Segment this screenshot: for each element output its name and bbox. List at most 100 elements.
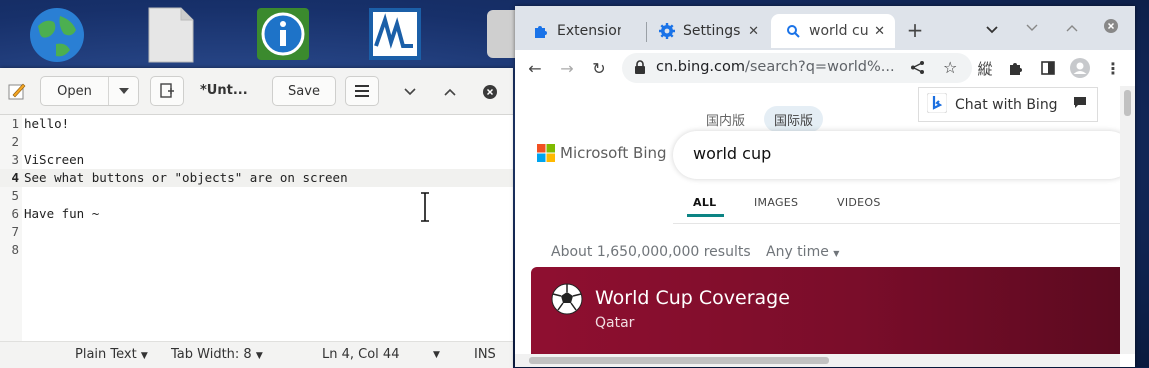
side-panel-icon bbox=[1041, 61, 1055, 75]
open-button-group: Open bbox=[40, 76, 139, 106]
gear-icon bbox=[659, 23, 675, 39]
new-tab-icon bbox=[160, 83, 174, 98]
tab-strip: Extension Settings ✕ world cup ✕ + bbox=[515, 6, 1135, 50]
open-button[interactable]: Open bbox=[41, 77, 108, 105]
profile-button[interactable] bbox=[1070, 58, 1090, 78]
tab-close-icon[interactable]: ✕ bbox=[748, 24, 759, 39]
insert-mode[interactable]: INS bbox=[474, 347, 496, 362]
search-box[interactable]: world cup bbox=[673, 131, 1120, 179]
menu-button[interactable] bbox=[345, 76, 379, 106]
cursor-position[interactable]: Ln 4, Col 44 bbox=[322, 347, 399, 362]
reload-icon: ↻ bbox=[592, 58, 606, 78]
hamburger-icon bbox=[355, 85, 369, 97]
tab-width-selector[interactable]: Tab Width: 8 ▼ bbox=[171, 347, 263, 362]
web-page: 国内版 国际版 Chat with Bing Microsoft Bing wo… bbox=[515, 86, 1120, 354]
banner-subtitle: Qatar bbox=[595, 315, 635, 331]
chevron-up-icon bbox=[1066, 25, 1078, 32]
chevron-down-icon bbox=[404, 88, 416, 96]
microsoft-logo-icon bbox=[537, 144, 555, 162]
line-number: 7 bbox=[11, 224, 19, 239]
language-selector[interactable]: Plain Text ▼ bbox=[75, 347, 148, 362]
chip-international[interactable]: 国际版 bbox=[764, 106, 824, 132]
editor-line: 3 ViScreen bbox=[0, 151, 513, 169]
chat-bubble-icon bbox=[1073, 96, 1087, 113]
monitor-icon[interactable] bbox=[367, 6, 425, 64]
globe-icon[interactable] bbox=[28, 6, 86, 64]
search-icon bbox=[785, 23, 801, 39]
chevron-down-icon[interactable]: ▼ bbox=[433, 350, 440, 360]
chevron-down-icon bbox=[119, 88, 129, 94]
editor-text-area[interactable]: 1 hello! 2 3 ViScreen 4 See what buttons or… bbox=[0, 115, 513, 259]
menu-button[interactable]: ⋮ bbox=[1103, 58, 1123, 78]
drive-icon[interactable] bbox=[485, 6, 527, 64]
tab-close-icon[interactable]: ✕ bbox=[874, 24, 885, 39]
bing-logo[interactable]: Microsoft Bing bbox=[537, 144, 667, 162]
search-query: world cup bbox=[693, 144, 772, 163]
tab-videos[interactable]: VIDEOS bbox=[837, 196, 881, 209]
line-number: 5 bbox=[11, 188, 19, 203]
time-filter-label: Any time bbox=[766, 244, 829, 260]
chat-with-bing-button[interactable]: Chat with Bing bbox=[918, 87, 1098, 122]
reload-button[interactable]: ↻ bbox=[589, 58, 609, 78]
extension-button[interactable]: 縱 bbox=[975, 58, 995, 78]
forward-button[interactable]: → bbox=[557, 58, 577, 78]
vertical-scrollbar[interactable] bbox=[1120, 86, 1135, 354]
line-text: See what buttons or "objects" are on scr… bbox=[24, 170, 348, 185]
editor-line: 7 bbox=[0, 223, 513, 241]
line-text: Have fun ~ bbox=[24, 206, 100, 221]
horizontal-scrollbar[interactable] bbox=[515, 354, 1120, 367]
browser-window: Extension Settings ✕ world cup ✕ + bbox=[515, 6, 1135, 367]
extensions-button[interactable] bbox=[1006, 58, 1026, 78]
time-filter[interactable]: Any time ▼ bbox=[766, 244, 839, 260]
close-icon bbox=[1104, 19, 1118, 33]
editor-line: 1 hello! bbox=[0, 115, 513, 133]
language-label: Plain Text bbox=[75, 347, 137, 362]
world-cup-banner[interactable]: World Cup Coverage Qatar bbox=[531, 267, 1120, 354]
line-text: hello! bbox=[24, 116, 70, 131]
editor-app-icon bbox=[8, 82, 26, 104]
tab-all[interactable]: ALL bbox=[693, 196, 716, 209]
minimize-button[interactable] bbox=[400, 82, 420, 102]
star-icon[interactable]: ☆ bbox=[943, 58, 957, 77]
close-button[interactable] bbox=[1101, 16, 1121, 36]
url-text: cn.bing.com/search?q=world%... bbox=[656, 59, 895, 75]
divider bbox=[673, 223, 1120, 224]
chevron-down-icon: ▼ bbox=[255, 351, 263, 361]
editor-line: 8 bbox=[0, 241, 513, 259]
chevron-down-icon: ▼ bbox=[140, 351, 148, 361]
close-button[interactable] bbox=[480, 82, 500, 102]
avatar-icon bbox=[1070, 58, 1090, 78]
tab-label: Extension bbox=[557, 23, 621, 39]
document-icon[interactable] bbox=[145, 6, 203, 64]
results-count: About 1,650,000,000 results bbox=[551, 244, 751, 260]
tab-images[interactable]: IMAGES bbox=[754, 196, 798, 209]
tab-search-button[interactable] bbox=[982, 20, 1002, 40]
side-panel-button[interactable] bbox=[1038, 58, 1058, 78]
info-icon[interactable] bbox=[255, 6, 313, 64]
puzzle-icon bbox=[533, 23, 549, 39]
bing-b-icon bbox=[926, 92, 948, 117]
toolbar: ← → ↻ cn.bing.com/search?q=world%... ☆ 縱… bbox=[515, 50, 1135, 87]
editor-statusbar: Plain Text ▼ Tab Width: 8 ▼ Ln 4, Col 44… bbox=[0, 341, 513, 368]
tab-label: Settings bbox=[683, 23, 741, 39]
minimize-button[interactable] bbox=[1022, 18, 1042, 38]
address-bar[interactable]: cn.bing.com/search?q=world%... ☆ bbox=[622, 53, 972, 83]
share-icon[interactable] bbox=[910, 60, 925, 79]
close-icon bbox=[483, 85, 497, 99]
editor-line: 2 bbox=[0, 133, 513, 151]
scrollbar-thumb[interactable] bbox=[1124, 90, 1131, 116]
tab-extensions[interactable]: Extension bbox=[519, 14, 647, 48]
maximize-button[interactable] bbox=[1062, 18, 1082, 38]
editor-line: 6 Have fun ~ bbox=[0, 205, 513, 223]
new-tab-button[interactable]: + bbox=[905, 18, 925, 42]
url-host: cn.bing.com bbox=[656, 59, 745, 75]
tab-settings[interactable]: Settings ✕ bbox=[645, 14, 769, 48]
tab-world-cup[interactable]: world cup ✕ bbox=[771, 14, 895, 48]
scrollbar-thumb[interactable] bbox=[529, 357, 829, 364]
open-dropdown-button[interactable] bbox=[109, 77, 139, 105]
maximize-button[interactable] bbox=[440, 82, 460, 102]
new-document-button[interactable] bbox=[150, 76, 184, 106]
save-button[interactable]: Save bbox=[272, 76, 336, 106]
chip-domestic[interactable]: 国内版 bbox=[696, 106, 755, 132]
back-button[interactable]: ← bbox=[525, 58, 545, 78]
